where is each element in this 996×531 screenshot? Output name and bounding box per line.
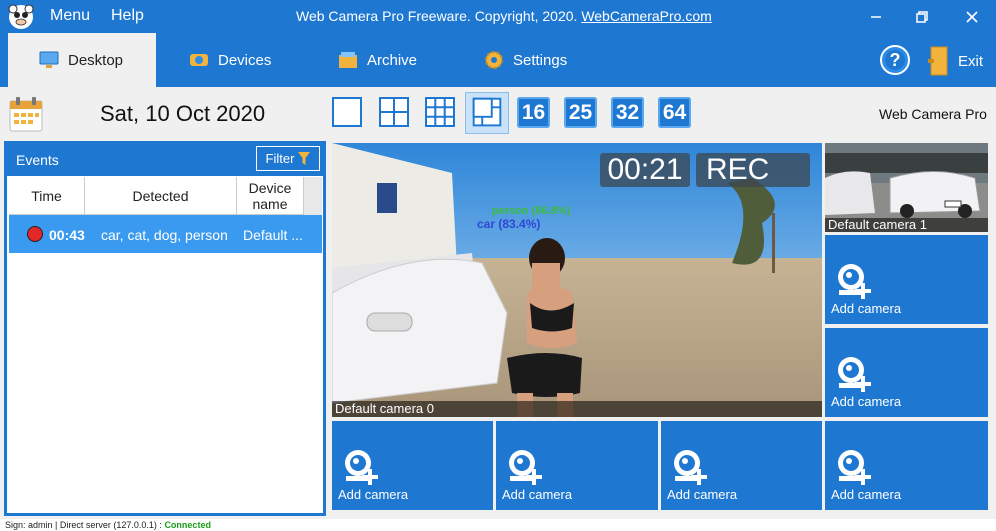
app-logo-icon: [8, 4, 34, 29]
exit-button[interactable]: Exit: [928, 45, 983, 77]
add-camera-icon: [838, 264, 871, 299]
status-server: Direct server (127.0.0.1) :: [59, 520, 162, 530]
add-camera-tile[interactable]: Add camera: [825, 421, 988, 510]
add-camera-tile[interactable]: Add camera: [332, 421, 493, 510]
camera-label: Default camera 0: [332, 401, 822, 417]
add-camera-label: Add camera: [831, 487, 902, 502]
layout-2x2-button[interactable]: [377, 95, 411, 129]
column-header-time[interactable]: Time: [9, 177, 85, 215]
tab-archive[interactable]: Archive: [337, 33, 417, 87]
grid-16-button[interactable]: 16: [517, 97, 550, 128]
add-camera-icon: [674, 450, 707, 485]
tab-devices[interactable]: Devices: [188, 33, 271, 87]
camera-view-1[interactable]: Default camera 1: [825, 143, 988, 232]
camera-label: Default camera 1: [825, 218, 988, 232]
help-icon: ?: [889, 49, 901, 70]
tab-label: Settings: [513, 51, 568, 69]
minimize-icon: [871, 15, 881, 18]
events-title: Events: [16, 152, 59, 168]
tab-label: Archive: [367, 51, 418, 69]
window-title: Web Camera Pro Freeware. Copyright, 2020…: [296, 8, 712, 24]
window-title-text: Web Camera Pro Freeware. Copyright, 2020…: [296, 8, 582, 24]
app-name-label: Web Camera Pro: [879, 106, 987, 122]
add-camera-label: Add camera: [831, 301, 902, 316]
add-camera-label: Add camera: [831, 394, 902, 409]
layout-1x1-button[interactable]: [330, 95, 364, 129]
add-camera-label: Add camera: [502, 487, 573, 502]
add-camera-icon: [345, 450, 378, 485]
event-detected: car, cat, dog, person: [101, 227, 228, 243]
current-date: Sat, 10 Oct 2020: [100, 101, 266, 126]
events-table-header: Time Detected Device name: [9, 177, 322, 215]
events-table: Time Detected Device name 00:43 car, cat…: [9, 177, 322, 253]
add-camera-label: Add camera: [338, 487, 409, 502]
column-header-device-name[interactable]: Device name: [237, 177, 304, 215]
close-icon: [966, 10, 978, 23]
add-camera-tile[interactable]: Add camera: [496, 421, 658, 510]
status-sign: Sign: admin: [5, 520, 53, 530]
help-button[interactable]: ?: [880, 45, 910, 75]
add-camera-icon: [838, 450, 871, 485]
toolbar: Sat, 10 Oct 2020 16 25 32 64 Web Camera …: [0, 87, 996, 141]
table-row[interactable]: 00:43 car, cat, dog, person Default ...: [9, 215, 322, 253]
event-time: 00:43: [49, 227, 85, 243]
funnel-icon: [298, 152, 311, 165]
exit-door-icon: [928, 46, 948, 76]
grid-16-label: 16: [521, 100, 546, 124]
add-camera-icon: [509, 450, 542, 485]
filter-button[interactable]: Filter: [256, 146, 320, 171]
detection-label-person: person (86.8%): [492, 205, 571, 217]
filter-label: Filter: [265, 151, 295, 166]
exit-label: Exit: [958, 52, 984, 70]
grid-25-button[interactable]: 25: [564, 97, 597, 128]
add-camera-label: Add camera: [667, 487, 738, 502]
tab-desktop[interactable]: Desktop: [8, 33, 156, 87]
events-header: Events Filter: [7, 144, 323, 176]
tab-label: Desktop: [68, 51, 124, 69]
add-camera-icon: [838, 357, 871, 392]
layout-3x3-button[interactable]: [423, 95, 457, 129]
camera-view-main[interactable]: person (86.8%) car (83.4%) 00:21 REC Def…: [332, 143, 822, 417]
grid-64-button[interactable]: 64: [658, 97, 691, 128]
add-camera-tile[interactable]: Add camera: [825, 328, 988, 417]
minimize-button[interactable]: [852, 0, 900, 33]
restore-icon: [916, 10, 928, 23]
status-connection: Connected: [164, 520, 211, 530]
restore-button[interactable]: [898, 0, 946, 33]
layout-1plus-button[interactable]: [465, 92, 509, 134]
close-button[interactable]: [948, 0, 996, 33]
rec-indicator: REC: [696, 153, 810, 187]
events-panel: Events Filter Time Detected Device name …: [4, 141, 326, 516]
add-camera-tile[interactable]: Add camera: [661, 421, 822, 510]
add-camera-tile[interactable]: Add camera: [825, 235, 988, 324]
title-bar: Menu Help Web Camera Pro Freeware. Copyr…: [0, 0, 996, 33]
calendar-icon[interactable]: [8, 95, 44, 133]
webcam-icon: [190, 54, 208, 66]
gear-icon: [485, 51, 503, 69]
website-link[interactable]: WebCameraPro.com: [581, 8, 711, 24]
header-scroll-spacer: [304, 177, 322, 215]
tab-settings[interactable]: Settings: [483, 33, 567, 87]
grid-25-label: 25: [568, 100, 593, 124]
grid-32-label: 32: [615, 100, 640, 124]
status-bar: Sign: admin | Direct server (127.0.0.1) …: [0, 519, 996, 531]
event-device: Default ...: [243, 227, 303, 243]
help-menu-button[interactable]: Help: [111, 7, 144, 25]
recording-timer: 00:21: [600, 153, 690, 187]
column-header-detected[interactable]: Detected: [85, 177, 237, 215]
monitor-icon: [39, 51, 59, 68]
detection-label-car: car (83.4%): [477, 217, 541, 231]
record-dot-icon: [27, 226, 43, 242]
grid-32-button[interactable]: 32: [611, 97, 644, 128]
archive-icon: [339, 52, 357, 68]
tab-label: Devices: [218, 51, 272, 69]
tab-bar: Desktop Devices Archive Settings ? Exit: [0, 33, 996, 87]
menu-button[interactable]: Menu: [50, 7, 90, 25]
grid-64-label: 64: [662, 100, 687, 124]
